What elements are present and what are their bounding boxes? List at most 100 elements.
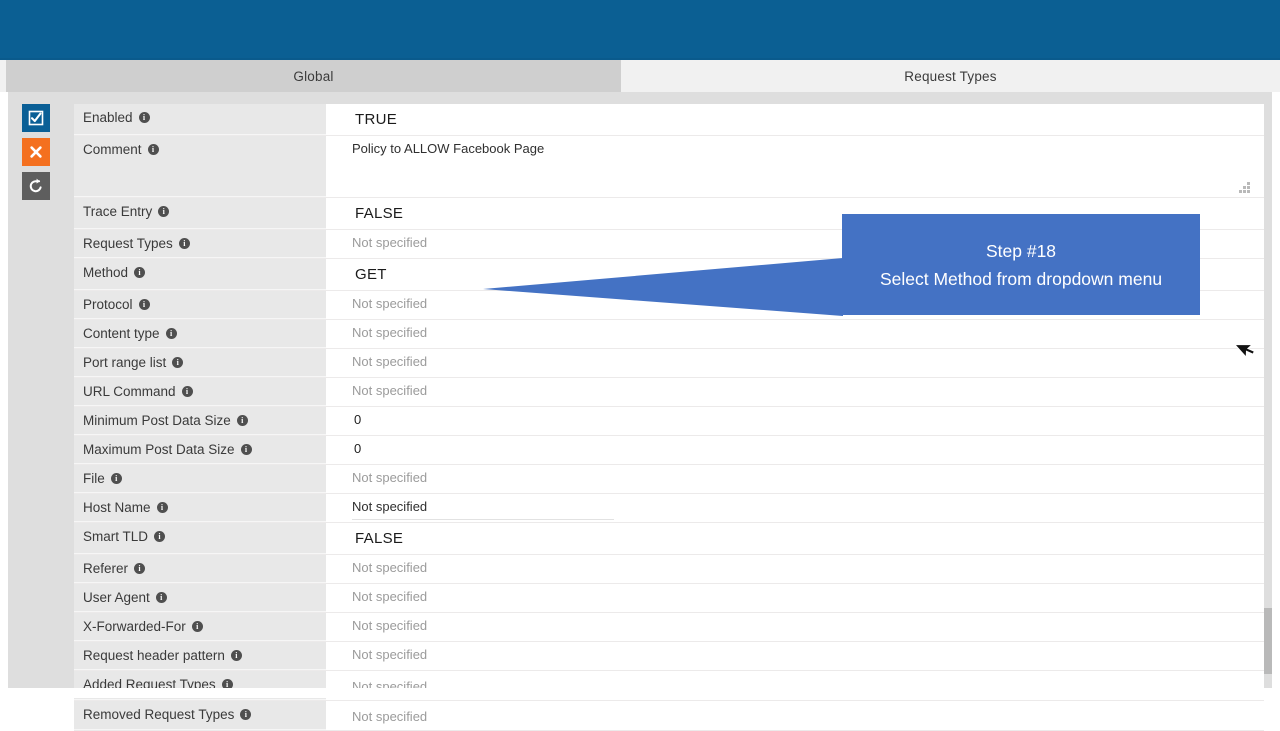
label-maximum-post-data-size: Maximum Post Data Size i bbox=[74, 436, 326, 464]
field-row-user-agent: User Agent i Not specified bbox=[74, 584, 1264, 613]
content-type-input[interactable]: Not specified bbox=[352, 320, 427, 346]
value-cell-enabled: TRUE bbox=[326, 104, 1264, 135]
value-cell-host-name: Not specified bbox=[326, 494, 1264, 522]
callout-line-2: Select Method from dropdown menu bbox=[879, 268, 1163, 289]
vertical-scrollbar-thumb[interactable] bbox=[1264, 608, 1272, 674]
label-trace-entry: Trace Entry i bbox=[74, 198, 326, 229]
method-select[interactable]: GET bbox=[352, 259, 387, 290]
apply-button[interactable] bbox=[22, 104, 50, 132]
label-comment: Comment i bbox=[74, 136, 326, 197]
field-row-x-forwarded-for: X-Forwarded-For i Not specified bbox=[74, 613, 1264, 642]
callout-pointer-tail bbox=[483, 258, 843, 316]
value-cell-referer: Not specified bbox=[326, 555, 1264, 583]
request-types-input[interactable]: Not specified bbox=[352, 230, 427, 256]
label-x-forwarded-for: X-Forwarded-For i bbox=[74, 613, 326, 641]
info-icon-port-range-list[interactable]: i bbox=[172, 357, 184, 368]
tab-request-types[interactable]: Request Types bbox=[621, 60, 1280, 92]
info-icon-comment[interactable]: i bbox=[147, 144, 159, 155]
info-icon-file[interactable]: i bbox=[110, 473, 122, 484]
value-cell-url-command: Not specified bbox=[326, 378, 1264, 406]
host-name-input[interactable]: Not specified bbox=[352, 494, 427, 520]
value-cell-maximum-post-data-size: 0 bbox=[326, 436, 1264, 464]
referer-input[interactable]: Not specified bbox=[352, 555, 427, 581]
callout-line-1: Step #18 bbox=[985, 240, 1057, 261]
vertical-scrollbar[interactable] bbox=[1264, 92, 1272, 688]
label-referer: Referer i bbox=[74, 555, 326, 583]
label-smart-tld: Smart TLD i bbox=[74, 523, 326, 554]
enabled-select[interactable]: TRUE bbox=[352, 104, 397, 135]
value-cell-request-header-pattern: Not specified bbox=[326, 642, 1264, 670]
label-minimum-post-data-size: Minimum Post Data Size i bbox=[74, 407, 326, 435]
info-icon-user-agent[interactable]: i bbox=[155, 592, 167, 603]
value-cell-minimum-post-data-size: 0 bbox=[326, 407, 1264, 435]
label-content-type: Content type i bbox=[74, 320, 326, 348]
info-icon-request-types[interactable]: i bbox=[178, 238, 190, 249]
value-cell-smart-tld: FALSE bbox=[326, 523, 1264, 554]
smart-tld-select[interactable]: FALSE bbox=[352, 523, 403, 554]
info-icon-smart-tld[interactable]: i bbox=[154, 531, 166, 542]
comment-value: Policy to ALLOW Facebook Page bbox=[352, 141, 545, 156]
maximum-post-data-size-input[interactable]: 0 bbox=[354, 436, 361, 462]
info-icon-referer[interactable]: i bbox=[134, 563, 146, 574]
field-row-maximum-post-data-size: Maximum Post Data Size i 0 bbox=[74, 436, 1264, 465]
checkbox-check-icon bbox=[27, 109, 45, 127]
field-row-comment: Comment i Policy to ALLOW Facebook Page bbox=[74, 136, 1264, 198]
info-icon-content-type[interactable]: i bbox=[165, 328, 177, 339]
field-row-referer: Referer i Not specified bbox=[74, 555, 1264, 584]
tab-global-label: Global bbox=[293, 68, 334, 84]
label-host-name: Host Name i bbox=[74, 494, 326, 522]
app-banner bbox=[0, 0, 1280, 58]
info-icon-enabled[interactable]: i bbox=[138, 112, 150, 123]
field-row-enabled: Enabled i TRUE bbox=[74, 104, 1264, 136]
x-forwarded-for-input[interactable]: Not specified bbox=[352, 613, 427, 639]
removed-request-types-input[interactable]: Not specified bbox=[352, 704, 427, 730]
revert-button[interactable] bbox=[22, 172, 50, 200]
value-cell-file: Not specified bbox=[326, 465, 1264, 493]
url-command-input[interactable]: Not specified bbox=[352, 378, 427, 404]
user-agent-input[interactable]: Not specified bbox=[352, 584, 427, 610]
mouse-pointer-cursor bbox=[1234, 343, 1255, 359]
field-row-port-range-list: Port range list i Not specified bbox=[74, 349, 1264, 378]
undo-revert-icon bbox=[27, 177, 45, 195]
page-body: Enabled i TRUE Comment i Policy to ALLOW… bbox=[0, 92, 1280, 731]
field-row-content-type: Content type i Not specified bbox=[74, 320, 1264, 349]
label-method: Method i bbox=[74, 259, 326, 290]
file-input[interactable]: Not specified bbox=[352, 465, 427, 491]
value-cell-removed-request-types: Not specified bbox=[326, 701, 1264, 730]
tab-global[interactable]: Global bbox=[6, 60, 621, 92]
minimum-post-data-size-input[interactable]: 0 bbox=[354, 407, 361, 433]
panel-bottom-strip bbox=[8, 688, 1272, 698]
info-icon-host-name[interactable]: i bbox=[156, 502, 168, 513]
textarea-resize-grip[interactable] bbox=[1238, 181, 1250, 193]
value-cell-x-forwarded-for: Not specified bbox=[326, 613, 1264, 641]
info-icon-x-forwarded-for[interactable]: i bbox=[191, 621, 203, 632]
protocol-input[interactable]: Not specified bbox=[352, 291, 427, 317]
port-range-list-input[interactable]: Not specified bbox=[352, 349, 427, 375]
settings-panel-inner: Enabled i TRUE Comment i Policy to ALLOW… bbox=[8, 92, 1272, 731]
trace-entry-select[interactable]: FALSE bbox=[352, 198, 403, 229]
cancel-button[interactable] bbox=[22, 138, 50, 166]
info-icon-minimum-post-data-size[interactable]: i bbox=[236, 415, 248, 426]
info-icon-url-command[interactable]: i bbox=[181, 386, 193, 397]
value-cell-port-range-list: Not specified bbox=[326, 349, 1264, 377]
info-icon-maximum-post-data-size[interactable]: i bbox=[240, 444, 252, 455]
comment-textarea[interactable]: Policy to ALLOW Facebook Page bbox=[326, 136, 1264, 197]
info-icon-removed-request-types[interactable]: i bbox=[240, 709, 252, 720]
request-header-pattern-input[interactable]: Not specified bbox=[352, 642, 427, 668]
info-icon-trace-entry[interactable]: i bbox=[158, 206, 170, 217]
label-port-range-list: Port range list i bbox=[74, 349, 326, 377]
value-cell-content-type: Not specified bbox=[326, 320, 1264, 348]
field-row-removed-request-types: Removed Request Types i Not specified bbox=[74, 701, 1264, 731]
field-row-minimum-post-data-size: Minimum Post Data Size i 0 bbox=[74, 407, 1264, 436]
field-row-file: File i Not specified bbox=[74, 465, 1264, 494]
tab-request-types-label: Request Types bbox=[904, 68, 997, 84]
info-icon-method[interactable]: i bbox=[134, 267, 146, 278]
info-icon-request-header-pattern[interactable]: i bbox=[230, 650, 242, 661]
field-row-host-name: Host Name i Not specified bbox=[74, 494, 1264, 523]
label-request-header-pattern: Request header pattern i bbox=[74, 642, 326, 670]
field-row-request-header-pattern: Request header pattern i Not specified bbox=[74, 642, 1264, 671]
host-name-input-underline bbox=[352, 519, 614, 520]
info-icon-protocol[interactable]: i bbox=[138, 299, 150, 310]
label-enabled: Enabled i bbox=[74, 104, 326, 135]
close-x-icon bbox=[27, 143, 45, 161]
